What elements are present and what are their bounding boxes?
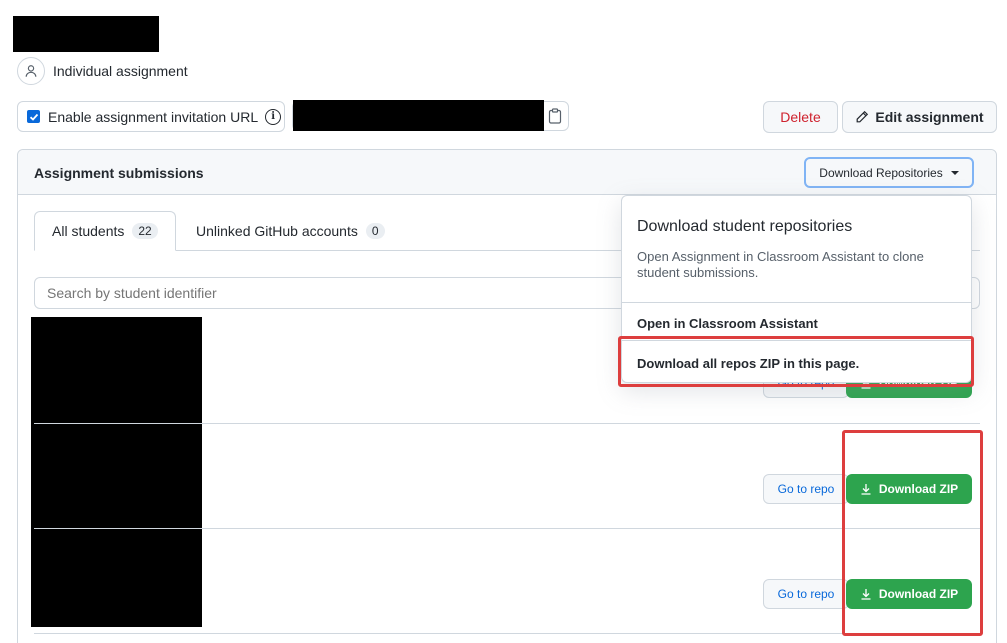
download-icon [861, 589, 871, 600]
tab-unlinked-accounts[interactable]: Unlinked GitHub accounts 0 [196, 211, 385, 251]
submissions-header: Assignment submissions Download Reposito… [18, 150, 996, 195]
redacted-student-list [31, 317, 202, 627]
menu-divider [622, 340, 971, 341]
info-icon[interactable]: i [265, 108, 282, 125]
download-repositories-menu: Download student repositories Open Assig… [621, 195, 972, 383]
download-zip-button[interactable]: Download ZIP [846, 474, 972, 504]
go-to-repo-label: Go to repo [777, 587, 835, 601]
tab-all-students[interactable]: All students 22 [34, 211, 176, 251]
redacted-invite-url [293, 100, 544, 131]
download-icon [861, 484, 871, 495]
download-repositories-button[interactable]: Download Repositories [804, 157, 974, 188]
caret-down-icon [950, 170, 959, 175]
tab-unlinked-label: Unlinked GitHub accounts [196, 223, 358, 239]
download-zip-button[interactable]: Download ZIP [846, 579, 972, 609]
menu-item-open-classroom-assistant[interactable]: Open in Classroom Assistant [637, 316, 818, 331]
download-zip-label: Download ZIP [878, 482, 959, 496]
go-to-repo-button[interactable]: Go to repo [763, 579, 849, 609]
edit-assignment-label: Edit assignment [875, 109, 984, 125]
delete-button-label: Delete [780, 109, 821, 125]
redacted-assignment-title [13, 16, 159, 52]
menu-title: Download student repositories [637, 218, 853, 235]
clipboard-icon[interactable] [548, 108, 562, 127]
invite-checkbox-label: Enable assignment invitation URL [48, 108, 259, 125]
menu-divider [622, 302, 971, 303]
menu-item-download-all-zip[interactable]: Download all repos ZIP in this page. [637, 356, 859, 371]
go-to-repo-button[interactable]: Go to repo [763, 474, 849, 504]
invite-url-toggle[interactable]: Enable assignment invitation URL i [17, 101, 285, 132]
go-to-repo-label: Go to repo [777, 482, 835, 496]
download-zip-label: Download ZIP [878, 587, 959, 601]
edit-assignment-button[interactable]: Edit assignment [842, 101, 997, 133]
person-icon [17, 57, 45, 85]
row-divider [34, 528, 980, 529]
submissions-title: Assignment submissions [34, 165, 204, 181]
download-repositories-label: Download Repositories [819, 165, 943, 180]
delete-button[interactable]: Delete [763, 101, 838, 133]
tab-all-students-count: 22 [132, 223, 158, 239]
tab-unlinked-count: 0 [365, 223, 385, 239]
assignment-type: Individual assignment [17, 57, 188, 85]
invite-url-field[interactable] [292, 100, 569, 131]
invite-checkbox[interactable] [27, 110, 40, 123]
tab-all-students-label: All students [52, 223, 125, 239]
row-divider [34, 633, 980, 634]
row-divider [34, 423, 980, 424]
assignment-type-label: Individual assignment [53, 63, 188, 79]
menu-description: Open Assignment in Classroom Assistant t… [637, 249, 924, 280]
pencil-icon [856, 110, 869, 123]
